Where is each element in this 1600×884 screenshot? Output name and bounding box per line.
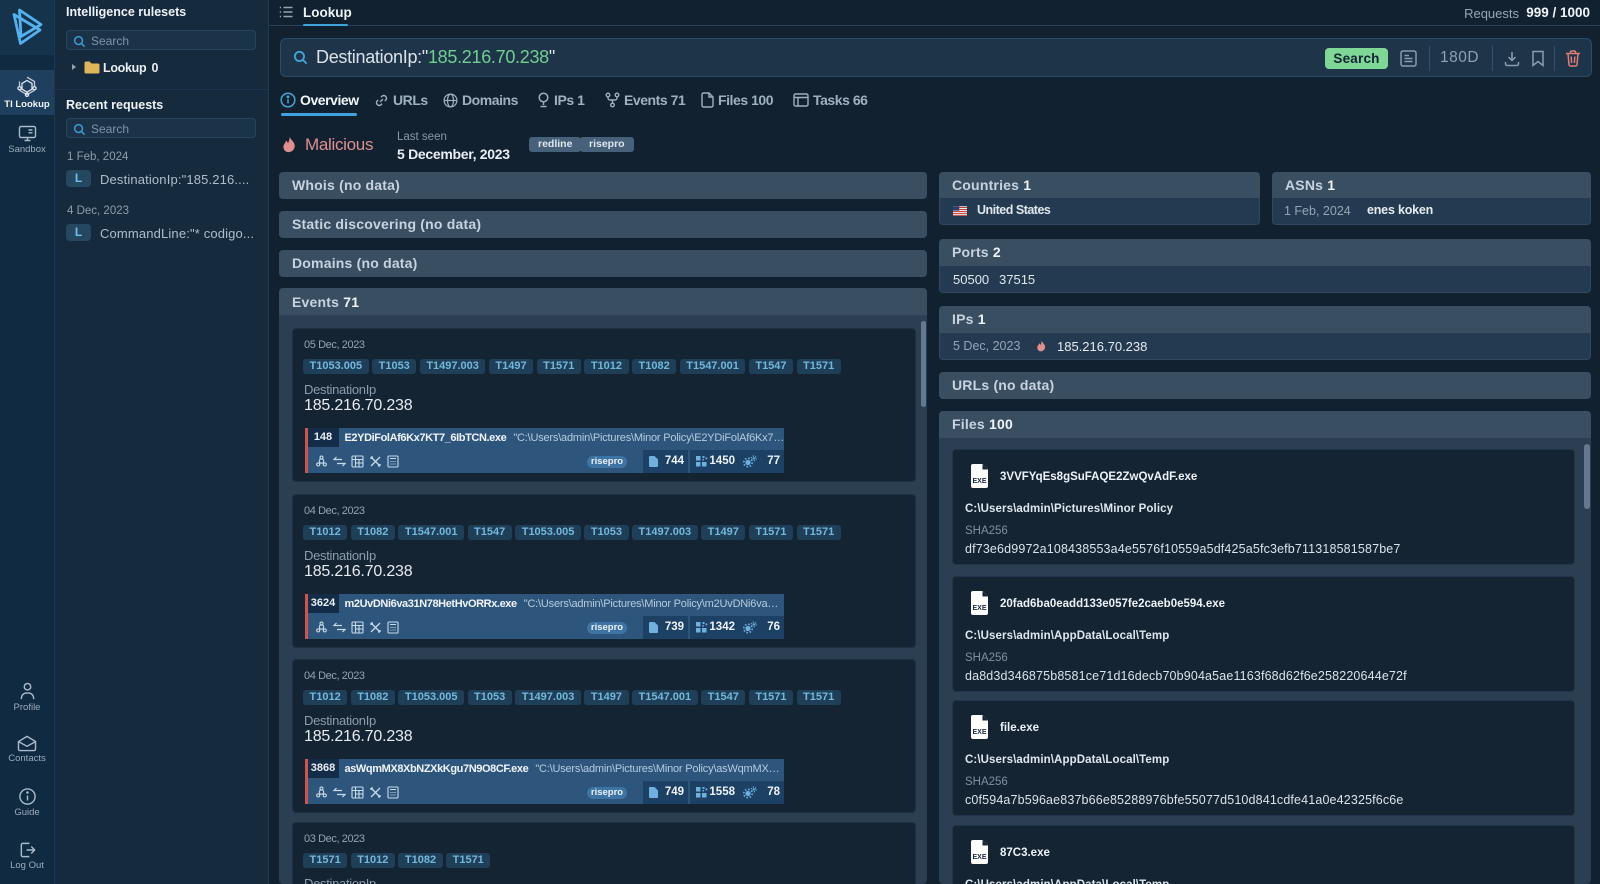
- svg-text:EXE: EXE: [972, 605, 986, 612]
- svg-text:EXE: EXE: [972, 854, 986, 861]
- svg-text:EXE: EXE: [972, 729, 986, 736]
- svg-text:EXE: EXE: [972, 478, 986, 485]
